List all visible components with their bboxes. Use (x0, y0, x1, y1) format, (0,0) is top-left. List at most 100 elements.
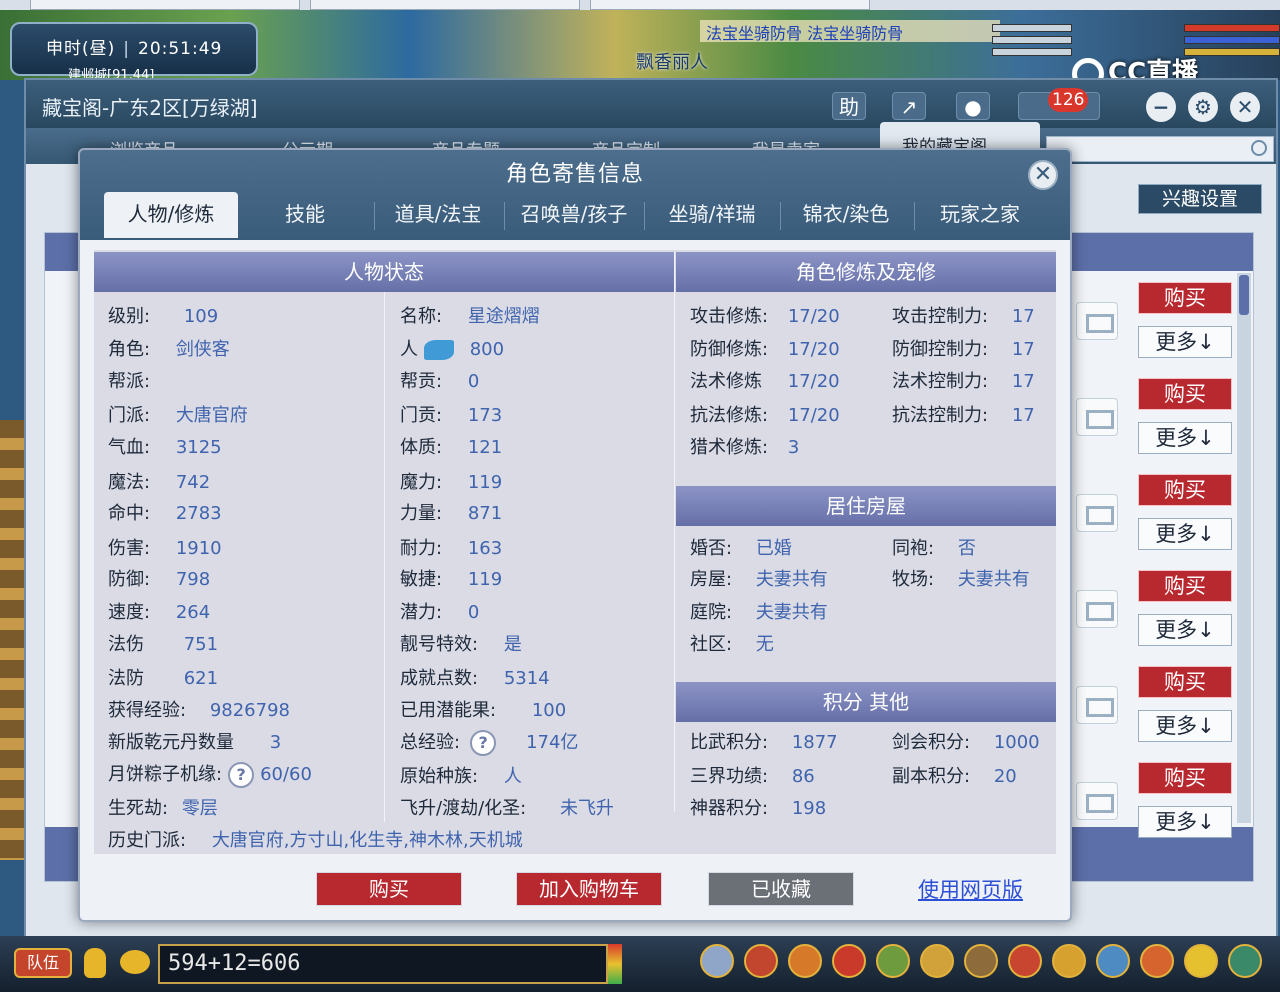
search-input[interactable] (1046, 136, 1274, 162)
add-to-cart-icon[interactable] (1076, 590, 1118, 628)
stat-row: 门贡: 173 (400, 405, 503, 426)
tab-home[interactable]: 玩家之家 (918, 192, 1042, 238)
help-icon[interactable]: ? (470, 730, 497, 756)
web-version-link[interactable]: 使用网页版 (918, 874, 1023, 904)
interest-settings-button[interactable]: 兴趣设置 (1138, 184, 1262, 214)
add-to-cart-icon[interactable] (1076, 398, 1118, 436)
chat-bubble-icon[interactable] (120, 950, 150, 974)
team-hp-bars (992, 24, 1072, 74)
help-icon[interactable]: ? (228, 762, 255, 788)
score-header: 积分 其他 (676, 682, 1056, 722)
weapon-icon[interactable] (700, 944, 734, 978)
buy-button[interactable]: 购买 (1138, 762, 1232, 794)
map-icon[interactable] (788, 944, 822, 978)
list-scrollbar[interactable] (1237, 273, 1251, 823)
stat-row: 月饼粽子机缘:? 60/60 (108, 760, 312, 788)
cursor-pointer-icon (423, 340, 454, 360)
tab-character[interactable]: 人物/修炼 (104, 192, 238, 238)
stat-row: 法防 621 (108, 668, 219, 689)
minimize-icon[interactable]: − (1146, 92, 1176, 122)
house-row: 同袍: 否 (892, 538, 976, 559)
chat-input[interactable]: 594+12=606 (158, 944, 608, 984)
team-icon[interactable] (832, 944, 866, 978)
tab-pets[interactable]: 召唤兽/孩子 (508, 192, 640, 238)
more-button[interactable]: 更多↓ (1138, 422, 1232, 454)
cbg-window-title: 藏宝阁-广东2区[万绿湖] (42, 96, 258, 120)
close-icon[interactable]: ✕ (1230, 92, 1260, 122)
buy-button[interactable]: 购买 (1138, 666, 1232, 698)
microphone-icon[interactable] (84, 948, 106, 978)
add-to-cart-icon[interactable] (1076, 302, 1118, 340)
add-to-cart-button[interactable]: 加入购物车 (516, 872, 662, 906)
score-row: 比武积分: 1877 (690, 732, 838, 753)
tab-skills[interactable]: 技能 (240, 192, 370, 238)
bell-icon[interactable] (1052, 944, 1086, 978)
score-row: 三界功绩: 86 (690, 766, 815, 787)
tab-items[interactable]: 道具/法宝 (378, 192, 498, 238)
add-to-cart-icon[interactable] (1076, 494, 1118, 532)
scroll-thumb[interactable] (1239, 275, 1249, 315)
shop-icon[interactable] (1140, 944, 1174, 978)
scroll-icon[interactable] (964, 944, 998, 978)
buy-now-button[interactable]: 购买 (316, 872, 462, 906)
more-button[interactable]: 更多↓ (1138, 806, 1232, 838)
dialog-title: 角色寄售信息 (505, 162, 644, 187)
stat-row: 总经验:? 174亿 (400, 728, 578, 756)
stat-row: 帮派: (108, 371, 151, 392)
cultivation-header: 角色修炼及宠修 (676, 252, 1056, 292)
more-button[interactable]: 更多↓ (1138, 326, 1232, 358)
dialog-close-icon[interactable]: ✕ (1028, 160, 1058, 190)
character-name-tag: 飘香丽人 (636, 52, 708, 73)
cultivation-row: 猎术修炼: 3 (690, 437, 800, 458)
tab-costumes[interactable]: 锦衣/染色 (784, 192, 908, 238)
add-to-cart-icon[interactable] (1076, 686, 1118, 724)
cultivation-row: 抗法控制力: 17 (892, 405, 1035, 426)
browser-tab[interactable] (590, 0, 870, 10)
share-icon[interactable]: ↗ (892, 92, 926, 120)
guild-icon[interactable] (1008, 944, 1042, 978)
settings-icon[interactable]: ⚙ (1188, 92, 1218, 122)
friends-icon[interactable] (876, 944, 910, 978)
tab-mounts[interactable]: 坐骑/祥瑞 (648, 192, 776, 238)
add-to-cart-icon[interactable] (1076, 782, 1118, 820)
buy-button[interactable]: 购买 (1138, 282, 1232, 314)
browser-tab[interactable] (30, 0, 300, 10)
score-row: 剑会积分: 1000 (892, 732, 1040, 753)
cultivation-row: 防御控制力: 17 (892, 339, 1035, 360)
stat-row: 气血: 3125 (108, 437, 222, 458)
smile-icon[interactable] (1184, 944, 1218, 978)
more-button[interactable]: 更多↓ (1138, 614, 1232, 646)
favorited-button[interactable]: 已收藏 (708, 872, 854, 906)
game-clock-panel: 申时(昼) | 20:51:49 建邺城[91,44] (10, 22, 258, 83)
house-row: 庭院: 夫妻共有 (690, 602, 828, 623)
stat-row: 速度: 264 (108, 602, 211, 623)
system-icon[interactable] (1228, 944, 1262, 978)
score-row: 副本积分: 20 (892, 766, 1017, 787)
mail-icon[interactable] (1096, 944, 1130, 978)
record-icon[interactable]: ● (956, 92, 990, 120)
stat-row: 潜力: 0 (400, 602, 480, 623)
browser-tab[interactable] (310, 0, 580, 10)
search-icon[interactable] (1251, 140, 1267, 156)
stat-row: 伤害: 1910 (108, 538, 222, 559)
buy-button[interactable]: 购买 (1138, 474, 1232, 506)
stat-row: 成就点数: 5314 (400, 668, 550, 689)
bag-icon[interactable] (744, 944, 778, 978)
cultivation-row: 攻击控制力: 17 (892, 306, 1035, 327)
game-clock: 20:51:49 (138, 39, 223, 59)
stat-row: 生死劫: 零层 (108, 798, 218, 819)
character-sale-dialog: 角色寄售信息 ✕ 人物/修炼 技能 道具/法宝 召唤兽/孩子 坐骑/祥瑞 锦衣/… (78, 148, 1072, 922)
cart-count-badge: 126 (1048, 88, 1089, 112)
score-row: 神器积分: 198 (690, 798, 827, 819)
more-button[interactable]: 更多↓ (1138, 710, 1232, 742)
cultivation-row: 法术修炼 17/20 (690, 371, 840, 392)
stat-row: 帮贡: 0 (400, 371, 480, 392)
buy-button[interactable]: 购买 (1138, 378, 1232, 410)
dialog-header: 角色寄售信息 ✕ 人物/修炼 技能 道具/法宝 召唤兽/孩子 坐骑/祥瑞 锦衣/… (80, 150, 1070, 240)
quest-icon[interactable] (920, 944, 954, 978)
more-button[interactable]: 更多↓ (1138, 518, 1232, 550)
help-button[interactable]: 助 (832, 92, 866, 120)
team-button[interactable]: 队伍 (14, 948, 72, 978)
stat-row: 原始种族: 人 (400, 766, 522, 787)
buy-button[interactable]: 购买 (1138, 570, 1232, 602)
